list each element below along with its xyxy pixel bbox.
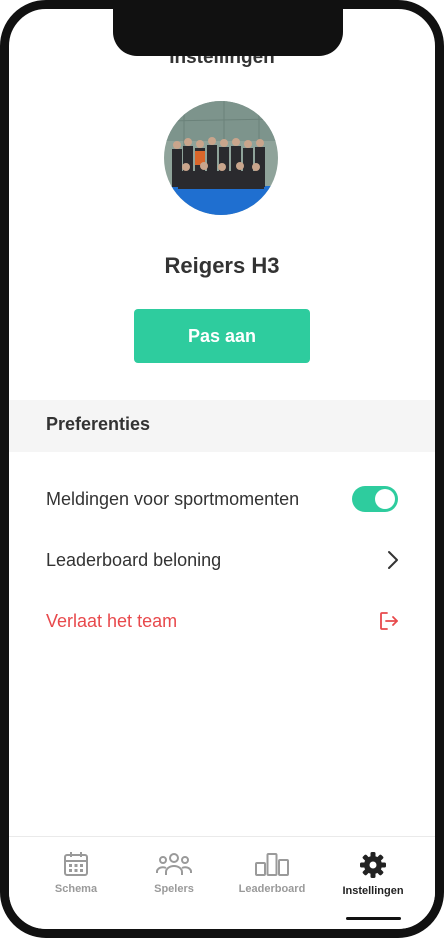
bottom-tab-bar: Schema Spelers Leaderboard Instellingen	[9, 836, 435, 929]
podium-icon	[255, 853, 289, 876]
toggle-knob	[375, 489, 395, 509]
gear-icon	[360, 852, 386, 878]
tab-spelers[interactable]: Spelers	[124, 843, 224, 913]
leaderboard-reward-row[interactable]: Leaderboard beloning	[9, 536, 435, 586]
active-tab-indicator	[346, 917, 401, 920]
preferences-section-title: Preferenties	[46, 414, 151, 434]
tab-instellingen-label: Instellingen	[342, 885, 404, 897]
edit-team-button[interactable]: Pas aan	[134, 309, 310, 363]
tab-leaderboard-label: Leaderboard	[238, 883, 306, 895]
notifications-toggle[interactable]	[352, 486, 398, 512]
leave-team-row[interactable]: Verlaat het team	[9, 597, 435, 647]
team-name: Reigers H3	[164, 253, 280, 278]
team-photo-image	[164, 101, 278, 215]
notifications-row[interactable]: Meldingen voor sportmomenten	[9, 475, 435, 525]
exit-icon	[380, 612, 398, 630]
leaderboard-reward-label: Leaderboard beloning	[46, 550, 222, 570]
tab-schema[interactable]: Schema	[26, 843, 126, 913]
settings-screen: Instellingen Reigers H3 Pas aan Preferen…	[9, 9, 435, 929]
chevron-right-icon	[388, 551, 398, 569]
people-icon	[156, 853, 192, 875]
tab-schema-label: Schema	[54, 883, 98, 895]
notifications-label: Meldingen voor sportmomenten	[46, 489, 300, 509]
tab-spelers-label: Spelers	[154, 883, 194, 895]
phone-frame: Instellingen Reigers H3 Pas aan Preferen…	[0, 0, 444, 938]
calendar-icon	[64, 852, 88, 876]
tab-leaderboard[interactable]: Leaderboard	[222, 843, 322, 913]
team-photo-avatar	[164, 101, 278, 215]
tab-instellingen[interactable]: Instellingen	[323, 843, 423, 913]
phone-notch	[113, 9, 343, 56]
leave-team-label: Verlaat het team	[46, 611, 178, 631]
preferences-section-header: Preferenties	[9, 400, 435, 452]
